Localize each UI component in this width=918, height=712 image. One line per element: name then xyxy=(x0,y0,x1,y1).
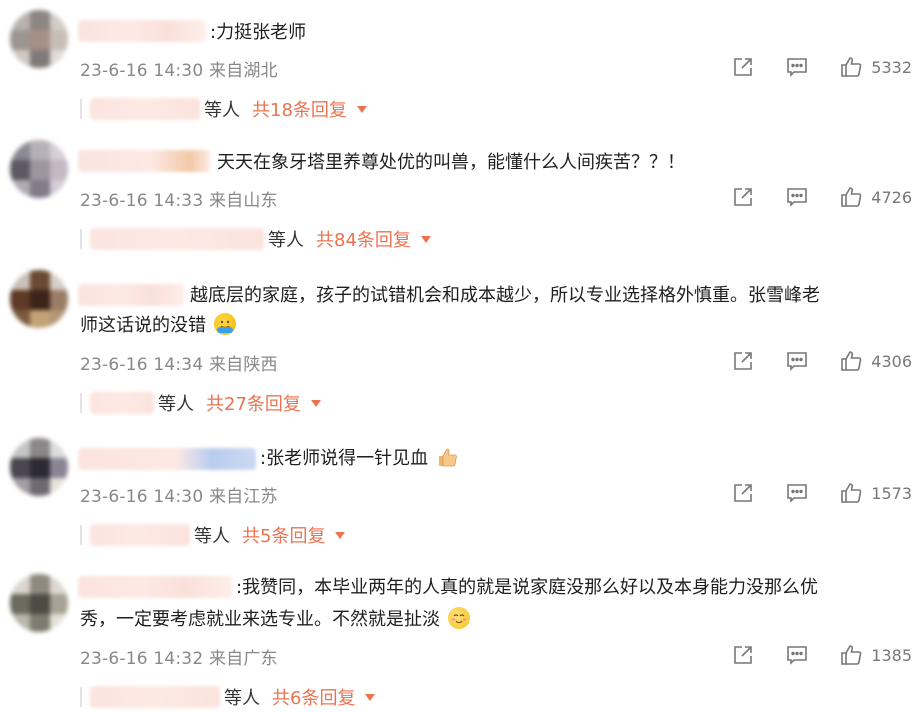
share-icon[interactable] xyxy=(731,55,755,79)
share-icon[interactable] xyxy=(731,481,755,505)
comment-text-line2: 秀，一定要考虑就业来选专业。不然就是扯淡 xyxy=(80,605,898,635)
hugging-face-emoji xyxy=(213,313,236,335)
comment-time: 23-6-16 14:34 xyxy=(80,355,204,375)
reply-usernames-blurred xyxy=(90,98,200,120)
like-count: 1385 xyxy=(871,645,912,665)
comment-item: :力挺张老师 23-6-16 14:30 来自湖北 5332 等人 共18条回复 xyxy=(0,0,918,130)
comment-item: 天天在象牙塔里养尊处优的叫兽，能懂什么人间疾苦？？！ 23-6-16 14:33… xyxy=(0,130,918,260)
like-icon[interactable] xyxy=(839,481,863,505)
comment-time: 23-6-16 14:30 xyxy=(80,487,204,507)
comment-text: :张老师说得一针见血 xyxy=(260,444,898,474)
comment-location: 来自陕西 xyxy=(208,355,278,375)
comment-item: :我赞同，本毕业两年的人真的就是说家庭没那么好以及本身能力没那么优 秀，一定要考… xyxy=(0,566,918,712)
comment-text-line1: :我赞同，本毕业两年的人真的就是说家庭没那么好以及本身能力没那么优 xyxy=(236,577,819,598)
reply-suffix: 等人 xyxy=(194,526,230,547)
avatar[interactable] xyxy=(10,10,68,68)
avatar[interactable] xyxy=(10,574,68,632)
reply-divider xyxy=(80,393,82,413)
reply-usernames-blurred xyxy=(90,524,190,546)
comment-meta: 23-6-16 14:33 来自山东 xyxy=(80,186,278,211)
username-blurred[interactable] xyxy=(78,576,232,598)
comment-icon[interactable] xyxy=(785,185,809,209)
comment-location: 来自广东 xyxy=(208,649,278,669)
comment-icon[interactable] xyxy=(785,349,809,373)
like-count: 4306 xyxy=(871,351,912,371)
comment-text-line2: 师这话说的没错 xyxy=(80,311,898,341)
comment-meta: 23-6-16 14:30 来自湖北 xyxy=(80,56,278,81)
username-blurred[interactable] xyxy=(78,448,256,470)
reply-divider xyxy=(80,99,82,119)
comment-actions: 4306 xyxy=(731,348,912,374)
share-icon[interactable] xyxy=(731,349,755,373)
comment-location: 来自山东 xyxy=(208,191,278,211)
caret-down-icon[interactable] xyxy=(335,531,346,539)
grinning-blush-emoji xyxy=(447,607,470,629)
reply-total-link[interactable]: 共5条回复 xyxy=(242,522,325,548)
reply-total-link[interactable]: 共18条回复 xyxy=(252,96,347,122)
comment-time: 23-6-16 14:32 xyxy=(80,649,204,669)
username-blurred[interactable] xyxy=(78,284,184,306)
comment-location: 来自湖北 xyxy=(208,61,278,81)
reply-suffix: 等人 xyxy=(204,100,240,121)
comment-actions: 1573 xyxy=(731,480,912,506)
reply-total-link[interactable]: 共84条回复 xyxy=(316,226,411,252)
comment-meta: 23-6-16 14:32 来自广东 xyxy=(80,644,278,669)
comment-icon[interactable] xyxy=(785,55,809,79)
avatar[interactable] xyxy=(10,270,68,328)
avatar[interactable] xyxy=(10,438,68,496)
comment-text: :力挺张老师 xyxy=(210,22,307,43)
reply-summary[interactable]: 等人 共27条回复 xyxy=(80,390,321,416)
like-icon[interactable] xyxy=(839,55,863,79)
share-icon[interactable] xyxy=(731,643,755,667)
reply-usernames-blurred xyxy=(90,228,264,250)
comment-meta: 23-6-16 14:34 来自陕西 xyxy=(80,350,278,375)
caret-down-icon[interactable] xyxy=(365,693,376,701)
comment-actions: 5332 xyxy=(731,54,912,80)
avatar[interactable] xyxy=(10,140,68,198)
reply-summary[interactable]: 等人 共5条回复 xyxy=(80,522,346,548)
comment-text-content: :张老师说得一针见血 xyxy=(260,448,429,469)
comment-text-line2-content: 秀，一定要考虑就业来选专业。不然就是扯淡 xyxy=(80,609,440,630)
like-icon[interactable] xyxy=(839,185,863,209)
comment-item: :张老师说得一针见血 23-6-16 14:30 来自江苏 1573 等人 共5… xyxy=(0,432,918,562)
reply-usernames-blurred xyxy=(90,392,154,414)
reply-divider xyxy=(80,525,82,545)
caret-down-icon[interactable] xyxy=(310,399,321,407)
caret-down-icon[interactable] xyxy=(420,235,431,243)
comment-time: 23-6-16 14:30 xyxy=(80,61,204,81)
username-blurred[interactable] xyxy=(78,20,206,42)
share-icon[interactable] xyxy=(731,185,755,209)
reply-divider xyxy=(80,687,82,707)
comment-time: 23-6-16 14:33 xyxy=(80,191,204,211)
reply-summary[interactable]: 等人 共6条回复 xyxy=(80,684,376,710)
reply-total-link[interactable]: 共6条回复 xyxy=(272,684,355,710)
comment-meta: 23-6-16 14:30 来自江苏 xyxy=(80,482,278,507)
like-icon[interactable] xyxy=(839,349,863,373)
reply-summary[interactable]: 等人 共18条回复 xyxy=(80,96,367,122)
comment-text-line2-content: 师这话说的没错 xyxy=(80,315,206,336)
like-count: 1573 xyxy=(871,483,912,503)
reply-suffix: 等人 xyxy=(268,230,304,251)
comment-actions: 1385 xyxy=(731,642,912,668)
caret-down-icon[interactable] xyxy=(356,105,367,113)
comment-icon[interactable] xyxy=(785,643,809,667)
reply-usernames-blurred xyxy=(90,686,220,708)
comment-actions: 4726 xyxy=(731,184,912,210)
comment-icon[interactable] xyxy=(785,481,809,505)
reply-summary[interactable]: 等人 共84条回复 xyxy=(80,226,431,252)
comment-item: 越底层的家庭，孩子的试错机会和成本越少，所以专业选择格外慎重。张雪峰老 师这话说… xyxy=(0,262,918,428)
thumbs-up-emoji xyxy=(436,446,458,468)
like-count: 4726 xyxy=(871,187,912,207)
reply-divider xyxy=(80,229,82,249)
reply-suffix: 等人 xyxy=(158,394,194,415)
like-icon[interactable] xyxy=(839,643,863,667)
comment-text-line1: 越底层的家庭，孩子的试错机会和成本越少，所以专业选择格外慎重。张雪峰老 xyxy=(190,285,820,306)
username-blurred[interactable] xyxy=(78,150,210,172)
like-count: 5332 xyxy=(871,57,912,77)
reply-total-link[interactable]: 共27条回复 xyxy=(206,390,301,416)
comment-text: 天天在象牙塔里养尊处优的叫兽，能懂什么人间疾苦？？！ xyxy=(217,152,685,173)
comment-location: 来自江苏 xyxy=(208,487,278,507)
reply-suffix: 等人 xyxy=(224,688,260,709)
